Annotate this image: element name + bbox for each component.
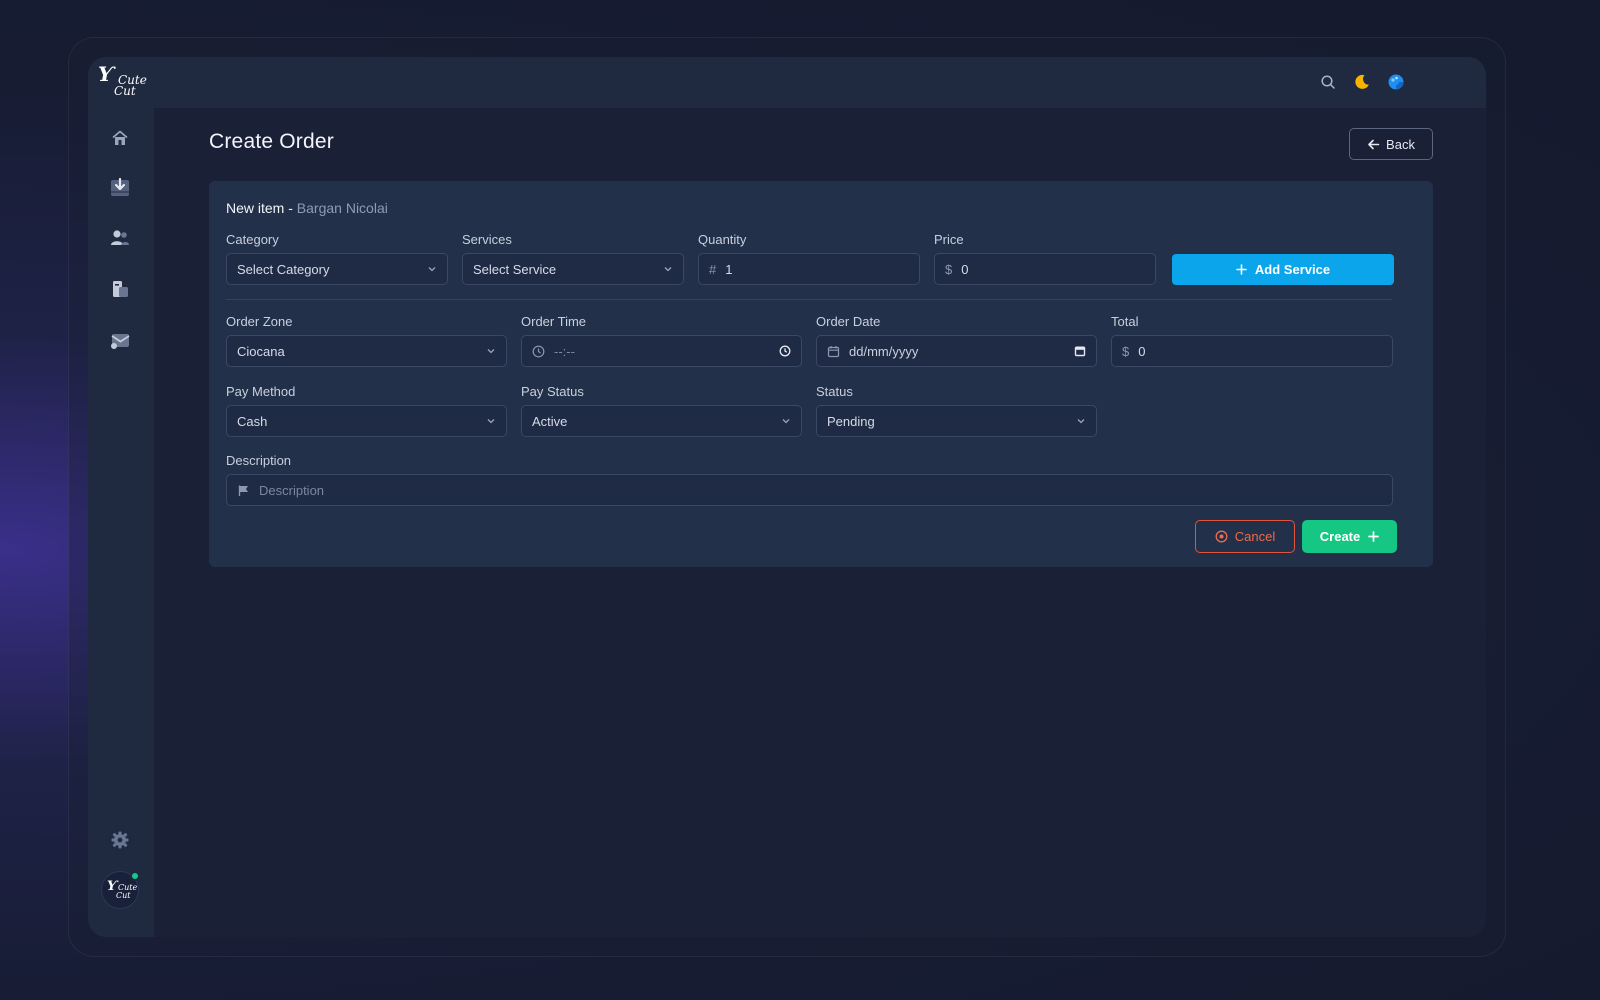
chevron-down-icon xyxy=(427,264,437,274)
plus-icon xyxy=(1236,264,1247,275)
quantity-label: Quantity xyxy=(698,232,747,247)
chevron-down-icon xyxy=(781,416,791,426)
online-status-dot xyxy=(130,871,140,881)
back-button[interactable]: Back xyxy=(1349,128,1433,160)
sidebar: Ƴ Cute Cut Ƴ Cute Cut xyxy=(88,57,154,937)
order-form-card: New item - Bargan Nicolai Category Selec… xyxy=(209,181,1433,567)
search-icon[interactable] xyxy=(1317,71,1339,93)
top-bar xyxy=(88,57,1486,108)
moon-icon[interactable] xyxy=(1351,71,1373,93)
total-label: Total xyxy=(1111,314,1139,329)
description-input[interactable]: Description xyxy=(226,474,1393,506)
category-select[interactable]: Select Category xyxy=(226,253,448,285)
calendar-picker-icon[interactable] xyxy=(1074,345,1086,357)
pay-method-select[interactable]: Cash xyxy=(226,405,507,437)
chevron-down-icon xyxy=(486,346,496,356)
dollar-icon: $ xyxy=(1122,343,1130,359)
add-service-button[interactable]: Add Service xyxy=(1172,254,1394,285)
cancel-circle-icon xyxy=(1215,530,1228,543)
cancel-button[interactable]: Cancel xyxy=(1195,520,1295,553)
plus-icon xyxy=(1368,531,1380,542)
pay-status-select[interactable]: Active xyxy=(521,405,802,437)
status-select[interactable]: Pending xyxy=(816,405,1097,437)
gear-icon[interactable] xyxy=(107,827,133,853)
dollar-icon: $ xyxy=(945,261,953,277)
download-tray-icon[interactable] xyxy=(107,174,133,200)
app-window: Ƴ Cute Cut Ƴ Cute Cut Create Order Back … xyxy=(88,57,1486,937)
category-label: Category xyxy=(226,232,279,247)
palette-icon[interactable] xyxy=(1385,71,1407,93)
services-select[interactable]: Select Service xyxy=(462,253,684,285)
order-time-input[interactable]: --:-- xyxy=(521,335,802,367)
home-icon[interactable] xyxy=(107,125,133,151)
price-label: Price xyxy=(934,232,964,247)
user-avatar[interactable]: Ƴ Cute Cut xyxy=(101,871,140,909)
flag-icon xyxy=(237,484,250,497)
total-input[interactable]: $ 0 xyxy=(1111,335,1393,367)
order-zone-label: Order Zone xyxy=(226,314,293,329)
chevron-down-icon xyxy=(663,264,673,274)
section-divider xyxy=(226,299,1392,300)
pay-status-label: Pay Status xyxy=(521,384,584,399)
order-date-input[interactable]: dd/mm/yyyy xyxy=(816,335,1097,367)
description-label: Description xyxy=(226,453,292,468)
users-icon[interactable] xyxy=(107,225,133,251)
page-title: Create Order xyxy=(209,130,334,153)
order-zone-select[interactable]: Ciocana xyxy=(226,335,507,367)
clock-picker-icon[interactable] xyxy=(779,345,791,357)
card-heading: New item - Bargan Nicolai xyxy=(226,200,388,216)
reports-icon[interactable] xyxy=(107,276,133,302)
brand-logo[interactable]: Ƴ Cute Cut xyxy=(96,64,148,103)
services-label: Services xyxy=(462,232,512,247)
mail-icon[interactable] xyxy=(107,327,133,353)
hash-icon: # xyxy=(709,261,717,277)
clock-icon xyxy=(532,345,545,358)
order-date-label: Order Date xyxy=(816,314,881,329)
calendar-icon xyxy=(827,345,840,358)
chevron-down-icon xyxy=(486,416,496,426)
pay-method-label: Pay Method xyxy=(226,384,296,399)
quantity-input[interactable]: # 1 xyxy=(698,253,920,285)
status-label: Status xyxy=(816,384,853,399)
price-input[interactable]: $ 0 xyxy=(934,253,1156,285)
create-button[interactable]: Create xyxy=(1302,520,1397,553)
arrow-left-icon xyxy=(1368,139,1380,149)
chevron-down-icon xyxy=(1076,416,1086,426)
order-time-label: Order Time xyxy=(521,314,587,329)
customer-name: Bargan Nicolai xyxy=(296,200,388,216)
